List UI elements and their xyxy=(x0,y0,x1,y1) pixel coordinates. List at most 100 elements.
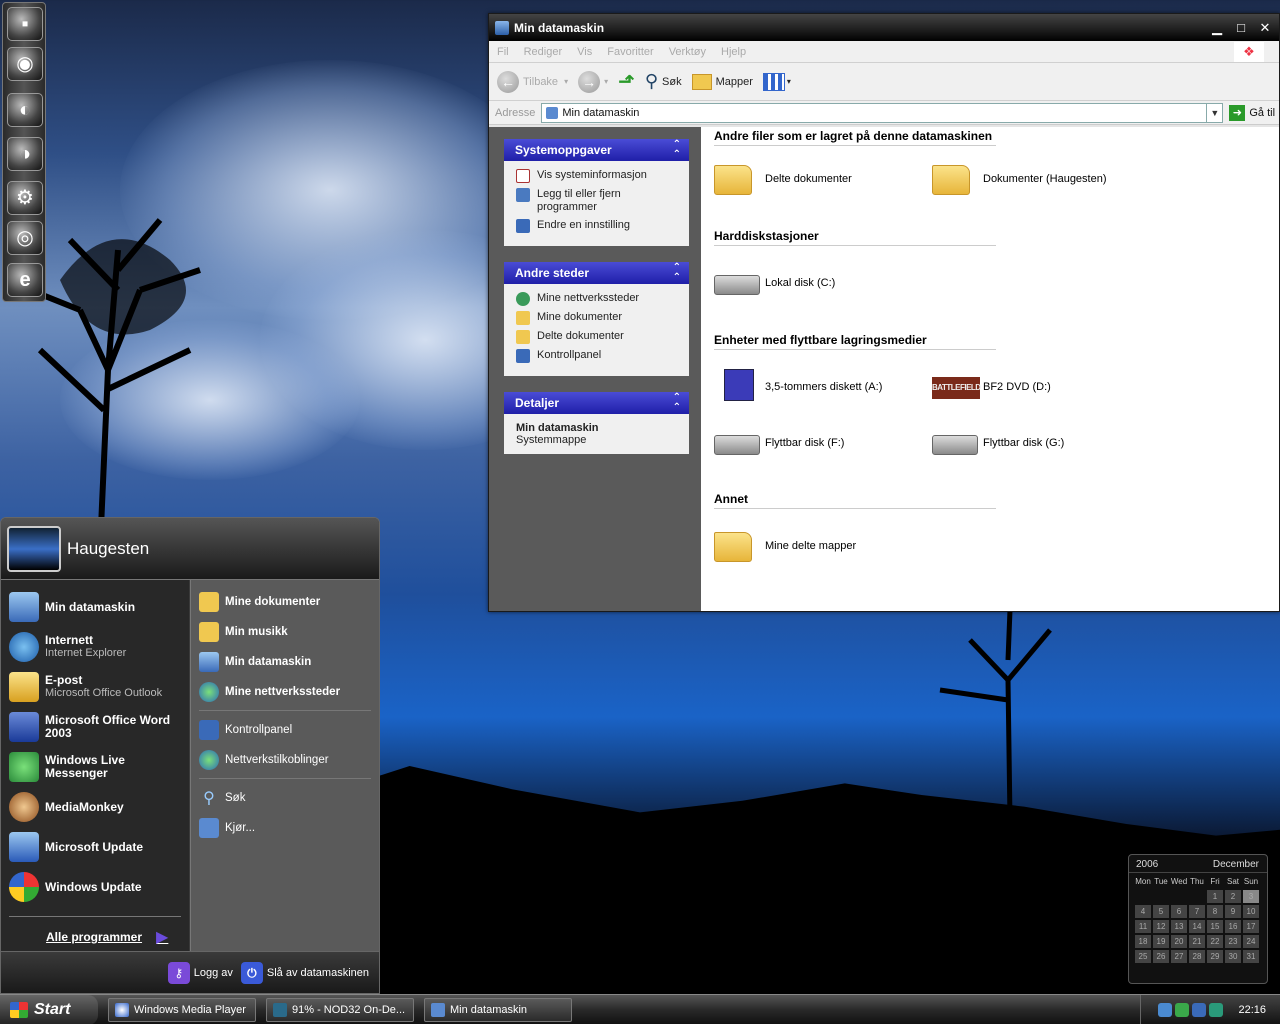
calendar-day[interactable]: 22 xyxy=(1207,935,1223,948)
taskbar-button[interactable]: 91% - NOD32 On-De... xyxy=(266,997,414,1022)
calendar-day[interactable]: 5 xyxy=(1153,905,1169,918)
go-button[interactable]: ➜ Gå til xyxy=(1229,104,1275,121)
calendar-day[interactable]: 21 xyxy=(1189,935,1205,948)
gear-icon[interactable]: ⚙ xyxy=(7,181,43,215)
menu-edit[interactable]: Rediger xyxy=(524,46,563,58)
drive-item[interactable]: BATTLEFIELD BF2 DVD (D:) xyxy=(932,362,1150,412)
calendar-day[interactable]: 6 xyxy=(1171,905,1187,918)
pinned-item[interactable]: Microsoft Office Word 2003 xyxy=(9,712,185,742)
eye-icon[interactable]: ◐ xyxy=(7,93,43,127)
places-item[interactable]: Mine dokumenter xyxy=(199,592,320,612)
views-button[interactable]: ▾ xyxy=(762,72,791,91)
start-button[interactable]: Start xyxy=(0,994,98,1024)
place-link[interactable]: Mine nettverkssteder xyxy=(516,292,679,306)
menu-file[interactable]: Fil xyxy=(497,46,509,58)
forward-button[interactable]: → ▾ xyxy=(578,70,608,93)
pinned-item[interactable]: Internett Internet Explorer xyxy=(9,632,185,662)
calendar-day[interactable]: 4 xyxy=(1135,905,1151,918)
calendar-day[interactable]: 12 xyxy=(1153,920,1169,933)
calendar-day[interactable]: 17 xyxy=(1243,920,1259,933)
calendar-day[interactable]: 15 xyxy=(1207,920,1223,933)
folder-item[interactable]: Delte dokumenter xyxy=(714,154,932,204)
calendar-day[interactable]: 23 xyxy=(1225,935,1241,948)
calendar-day[interactable]: 9 xyxy=(1225,905,1241,918)
address-input[interactable]: Min datamaskin ▼ xyxy=(541,102,1224,123)
folders-button[interactable]: Mapper xyxy=(691,73,753,90)
pinned-item[interactable]: Microsoft Update xyxy=(9,832,185,862)
calendar-day-today[interactable]: 3 xyxy=(1243,890,1259,903)
messenger-tray-icon[interactable] xyxy=(1175,1002,1190,1017)
back-button[interactable]: ← Tilbake ▾ xyxy=(497,70,568,93)
dial-icon[interactable]: ◎ xyxy=(7,221,43,255)
collapse-chevron-icon[interactable]: ⌃ ⌃ xyxy=(673,140,681,160)
title-bar[interactable]: Min datamaskin ▁ □ ✕ xyxy=(489,14,1279,41)
speaker-icon[interactable]: ◉ xyxy=(7,47,43,81)
drive-item[interactable]: Lokal disk (C:) xyxy=(714,258,932,308)
antivirus-tray-icon[interactable] xyxy=(1209,1002,1224,1017)
task-link[interactable]: Endre en innstilling xyxy=(516,219,679,233)
chevron-down-icon[interactable]: ▾ xyxy=(564,77,568,86)
places-item[interactable]: ⚲ Søk xyxy=(199,788,245,808)
calendar-day[interactable]: 11 xyxy=(1135,920,1151,933)
calendar-day[interactable]: 27 xyxy=(1171,950,1187,963)
calendar-day[interactable]: 16 xyxy=(1225,920,1241,933)
shutdown-button[interactable]: ⏻ Slå av datamaskinen xyxy=(240,961,369,984)
pinned-item[interactable]: E-post Microsoft Office Outlook xyxy=(9,672,185,702)
display-tray-icon[interactable] xyxy=(1192,1002,1207,1017)
places-item[interactable]: Min musikk xyxy=(199,622,288,642)
panel-header[interactable]: Detaljer ⌃ ⌃ xyxy=(504,392,689,414)
places-item[interactable]: Nettverkstilkoblinger xyxy=(199,750,329,770)
place-link[interactable]: Delte dokumenter xyxy=(516,330,679,344)
places-item[interactable]: Kjør... xyxy=(199,818,255,838)
maximize-button[interactable]: □ xyxy=(1231,18,1251,38)
task-link[interactable]: Vis systeminformasjon xyxy=(516,169,679,183)
pinned-item[interactable]: Windows Live Messenger xyxy=(9,752,185,782)
menu-tools[interactable]: Verktøy xyxy=(669,46,706,58)
pinned-item[interactable]: MediaMonkey xyxy=(9,792,185,822)
network-tray-icon[interactable] xyxy=(1158,1002,1173,1017)
drive-item[interactable]: Flyttbar disk (F:) xyxy=(714,418,932,468)
pinned-item[interactable]: Windows Update xyxy=(9,872,185,902)
logoff-button[interactable]: ⚷ Logg av xyxy=(167,961,233,984)
collapse-chevron-icon[interactable]: ⌃ ⌃ xyxy=(673,263,681,283)
places-item[interactable]: Min datamaskin xyxy=(199,652,311,672)
calendar-day[interactable]: 20 xyxy=(1171,935,1187,948)
collapse-chevron-icon[interactable]: ⌃ ⌃ xyxy=(673,393,681,413)
calendar-day[interactable]: 29 xyxy=(1207,950,1223,963)
dock-eye-icon[interactable]: ◑ xyxy=(7,137,43,171)
calendar-day[interactable]: 7 xyxy=(1189,905,1205,918)
calendar-day[interactable]: 18 xyxy=(1135,935,1151,948)
place-link[interactable]: Mine dokumenter xyxy=(516,311,679,325)
up-button[interactable]: ⬏ xyxy=(618,69,635,94)
pinned-item[interactable]: Min datamaskin xyxy=(9,592,185,622)
places-item[interactable]: Mine nettverkssteder xyxy=(199,682,340,702)
close-button[interactable]: ✕ xyxy=(1255,18,1275,38)
calendar-day[interactable]: 2 xyxy=(1225,890,1241,903)
address-dropdown-button[interactable]: ▼ xyxy=(1206,103,1222,122)
minimize-button[interactable]: ▁ xyxy=(1207,18,1227,38)
calendar-day[interactable]: 28 xyxy=(1189,950,1205,963)
internet-explorer-icon[interactable]: e xyxy=(7,263,43,297)
folder-item[interactable]: Mine delte mapper xyxy=(714,521,932,571)
calendar-day[interactable]: 19 xyxy=(1153,935,1169,948)
panel-header[interactable]: Systemoppgaver ⌃ ⌃ xyxy=(504,139,689,161)
calendar-day[interactable]: 1 xyxy=(1207,890,1223,903)
avatar[interactable] xyxy=(7,525,61,572)
task-link[interactable]: Legg til eller fjern programmer xyxy=(516,188,679,214)
chevron-down-icon[interactable]: ▾ xyxy=(604,77,608,86)
calendar-day[interactable]: 10 xyxy=(1243,905,1259,918)
clock[interactable]: 22:16 xyxy=(1238,1004,1266,1016)
dock-item-icon[interactable]: ▪ xyxy=(7,7,43,41)
calendar-day[interactable]: 14 xyxy=(1189,920,1205,933)
drive-item[interactable]: 3,5-tommers diskett (A:) xyxy=(714,362,932,412)
calendar-day[interactable]: 30 xyxy=(1225,950,1241,963)
menu-view[interactable]: Vis xyxy=(577,46,592,58)
taskbar-button[interactable]: Min datamaskin xyxy=(424,997,572,1022)
calendar-day[interactable]: 24 xyxy=(1243,935,1259,948)
taskbar-button[interactable]: Windows Media Player xyxy=(108,997,256,1022)
panel-header[interactable]: Andre steder ⌃ ⌃ xyxy=(504,262,689,284)
calendar-day[interactable]: 31 xyxy=(1243,950,1259,963)
drive-item[interactable]: Flyttbar disk (G:) xyxy=(932,418,1150,468)
places-item[interactable]: Kontrollpanel xyxy=(199,720,292,740)
calendar-day[interactable]: 13 xyxy=(1171,920,1187,933)
